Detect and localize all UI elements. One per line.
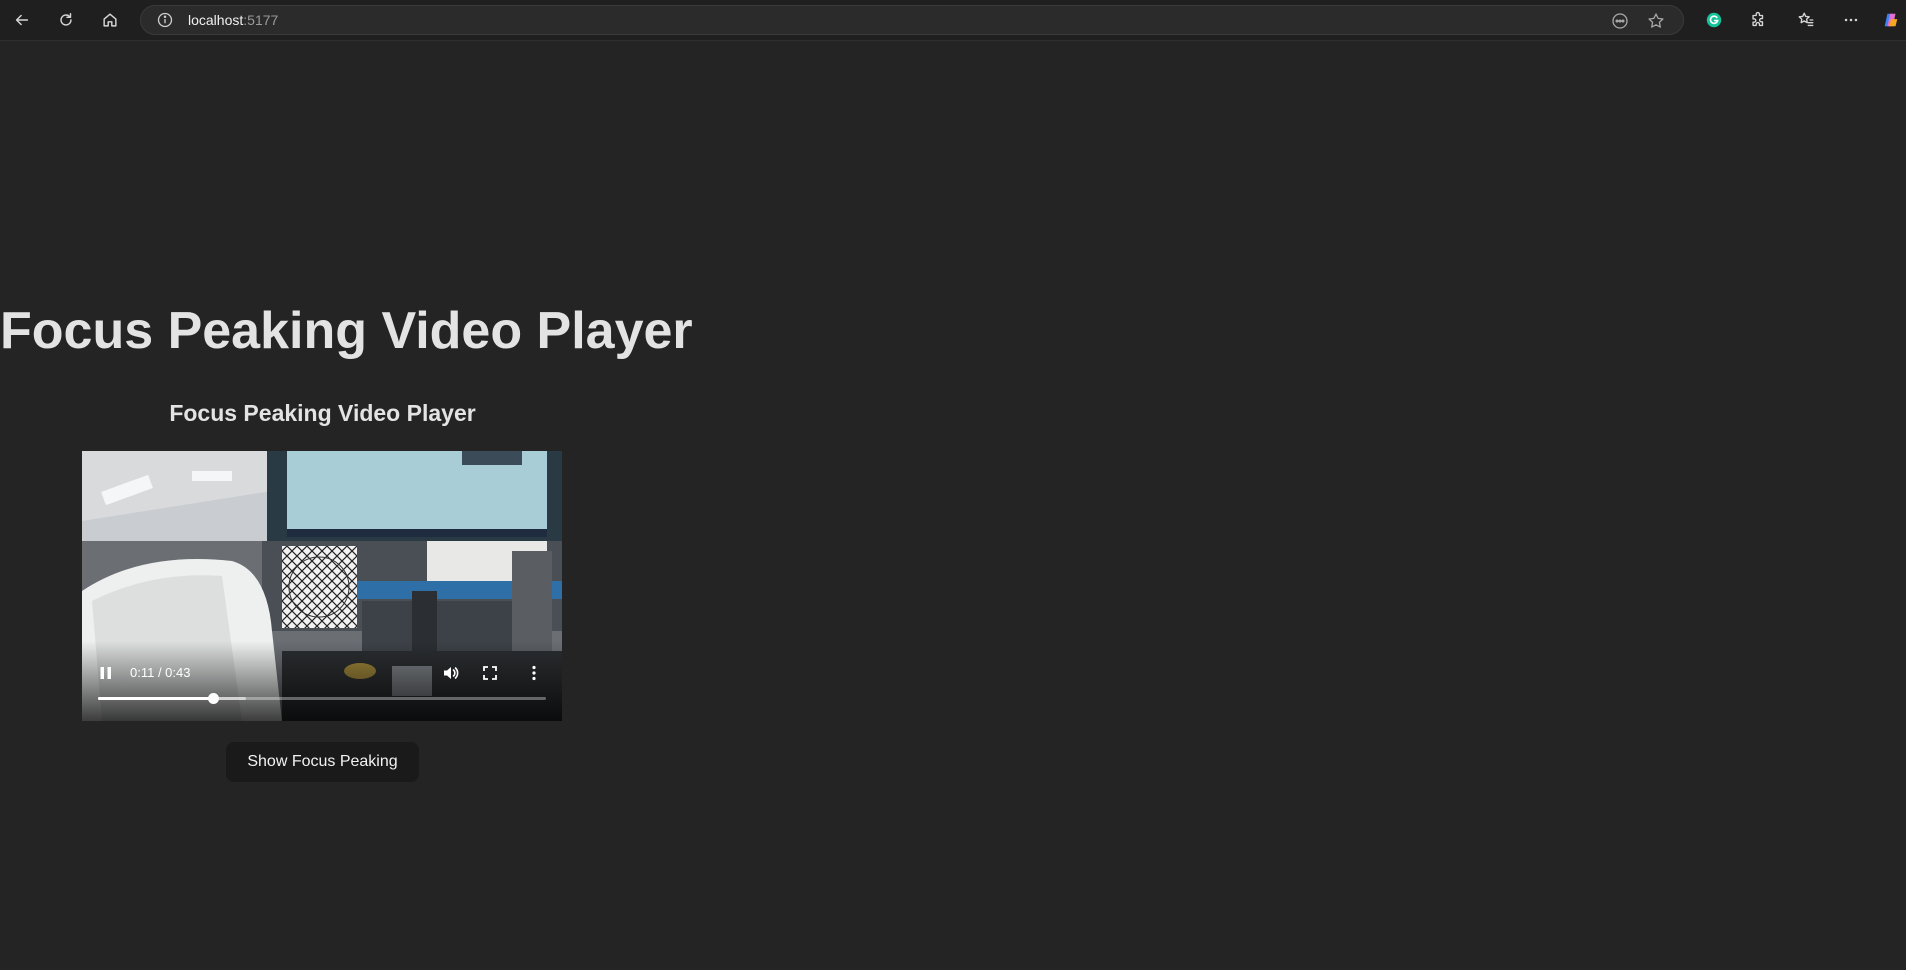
site-info-icon[interactable]: [157, 12, 173, 28]
video-player[interactable]: 0:11 / 0:43: [82, 451, 562, 721]
refresh-icon[interactable]: [52, 6, 80, 34]
more-icon[interactable]: [1837, 6, 1865, 34]
url-port: :5177: [243, 12, 279, 28]
more-options-icon[interactable]: [530, 664, 538, 682]
url-text: localhost:5177: [188, 12, 278, 29]
progress-thumb[interactable]: [207, 693, 219, 704]
time-display: 0:11 / 0:43: [130, 665, 191, 680]
url-host: localhost: [188, 12, 244, 28]
page-title: Focus Peaking Video Player: [0, 302, 693, 360]
extensions-icon[interactable]: [1744, 6, 1772, 34]
show-focus-peaking-button[interactable]: Show Focus Peaking: [226, 742, 419, 782]
progress-played: [98, 697, 213, 700]
pause-icon[interactable]: [97, 664, 115, 682]
grammarly-icon[interactable]: [1700, 6, 1728, 34]
back-icon[interactable]: [8, 6, 36, 34]
favorites-icon[interactable]: [1792, 6, 1820, 34]
copilot-icon[interactable]: [1877, 6, 1905, 34]
home-icon[interactable]: [96, 6, 124, 34]
player-heading: Focus Peaking Video Player: [169, 400, 476, 426]
reader-icon[interactable]: [1611, 12, 1629, 30]
progress-bar[interactable]: [98, 693, 546, 704]
favorite-star-icon[interactable]: [1647, 12, 1665, 30]
browser-toolbar: localhost:5177: [0, 0, 1906, 41]
fullscreen-icon[interactable]: [481, 664, 499, 682]
volume-icon[interactable]: [441, 663, 461, 683]
address-bar[interactable]: localhost:5177: [140, 5, 1684, 35]
